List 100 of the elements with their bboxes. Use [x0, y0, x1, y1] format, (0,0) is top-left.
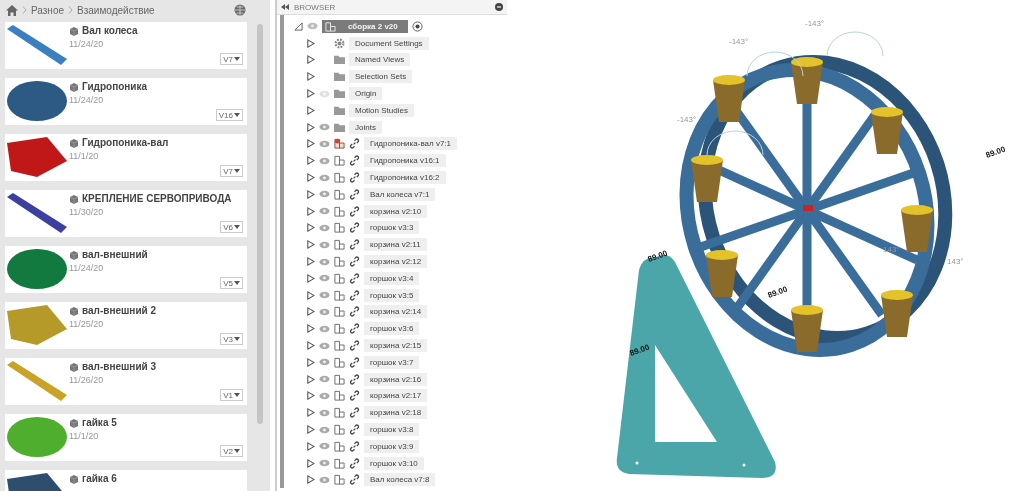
- browser-node[interactable]: корзина v2:11: [364, 238, 427, 252]
- browser-node[interactable]: корзина v2:14: [364, 305, 428, 319]
- link-icon: [349, 239, 360, 251]
- browser-node[interactable]: горшок v3:5: [364, 288, 420, 302]
- dimension-label: -143°: [677, 115, 697, 124]
- browser-node[interactable]: Motion Studies: [349, 103, 414, 117]
- file-date: 11/24/20: [69, 263, 105, 273]
- browser-node[interactable]: горшок v3:4: [364, 271, 420, 285]
- file-date: 11/26/20: [69, 375, 105, 385]
- file-card[interactable]: вал-внешний 2 11/25/20 V3: [5, 302, 247, 349]
- file-card[interactable]: гайка 6: [5, 470, 247, 491]
- cube-icon: [69, 25, 79, 36]
- browser-node[interactable]: корзина v2:10: [364, 204, 428, 218]
- browser-node[interactable]: корзина v2:15: [364, 339, 428, 353]
- file-date: 11/24/20: [69, 95, 105, 105]
- browser-node[interactable]: Selection Sets: [349, 70, 413, 84]
- version-dropdown[interactable]: V16: [215, 109, 243, 121]
- assembly-node[interactable]: сборка 2 v20: [322, 19, 408, 33]
- link-icon: [349, 474, 360, 486]
- browser-node[interactable]: Document Settings: [349, 36, 429, 50]
- dimension-label: -143°: [729, 37, 749, 46]
- home-icon[interactable]: [6, 4, 18, 16]
- version-dropdown[interactable]: V6: [220, 221, 243, 233]
- browser-node[interactable]: корзина v2:17: [364, 389, 428, 403]
- cube-icon: [69, 361, 79, 372]
- file-card[interactable]: гайка 5 11/1/20 V2: [5, 414, 247, 461]
- folder-icon: [334, 71, 345, 83]
- cube-icon: [69, 249, 79, 260]
- file-date: 11/1/20: [69, 431, 100, 441]
- file-name[interactable]: гайка 6: [82, 473, 117, 484]
- file-name[interactable]: Вал колеса: [82, 25, 138, 36]
- link-icon: [349, 340, 360, 352]
- file-name[interactable]: Гидропоника-вал: [82, 137, 169, 148]
- version-dropdown[interactable]: V2: [220, 445, 243, 457]
- cube-icon: [69, 417, 79, 428]
- browser-node[interactable]: горшок v3:3: [364, 221, 420, 235]
- file-name[interactable]: вал-внешний: [82, 249, 148, 260]
- breadcrumb-link[interactable]: Разное: [31, 4, 65, 16]
- link-icon: [349, 390, 360, 402]
- link-icon: [349, 356, 360, 368]
- caret-icon: [234, 57, 240, 61]
- link-icon: [349, 457, 360, 469]
- caret-icon: [234, 225, 240, 229]
- dimension-label: 89.00: [646, 248, 669, 264]
- caret-icon: [234, 337, 240, 341]
- caret-icon: [234, 113, 240, 117]
- browser-node[interactable]: горшок v3:8: [364, 423, 420, 436]
- cube-icon: [69, 473, 79, 484]
- file-name[interactable]: КРЕПЛЕНИЕ СЕРВОПРИВОДА: [82, 193, 232, 204]
- version-dropdown[interactable]: V3: [220, 333, 243, 345]
- file-name[interactable]: вал-внешний 3: [82, 361, 157, 372]
- folder-icon: [334, 104, 345, 116]
- browser-node[interactable]: Origin: [349, 87, 383, 101]
- cube-icon: [69, 137, 79, 148]
- browser-node[interactable]: горшок v3:6: [364, 322, 420, 336]
- file-card[interactable]: Гидропоника-вал 11/1/20 V7: [5, 134, 247, 181]
- breadcrumb-link[interactable]: Взаимодействие: [77, 4, 155, 16]
- version-dropdown[interactable]: V1: [220, 389, 243, 401]
- version-dropdown[interactable]: V5: [220, 277, 243, 289]
- file-card[interactable]: Вал колеса 11/24/20 V7: [5, 22, 247, 69]
- link-icon: [349, 155, 360, 167]
- file-name[interactable]: вал-внешний 2: [82, 305, 157, 316]
- link-icon: [349, 138, 360, 150]
- link-icon: [349, 188, 360, 200]
- browser-node[interactable]: Named Views: [349, 53, 411, 67]
- file-name[interactable]: гайка 5: [82, 417, 117, 428]
- gear-icon: [334, 37, 345, 49]
- file-card[interactable]: вал-внешний 11/24/20 V5: [5, 246, 247, 293]
- collapse-icon[interactable]: [281, 4, 289, 10]
- globe-icon[interactable]: [234, 4, 246, 16]
- browser-node[interactable]: корзина v2:16: [364, 372, 428, 386]
- browser-node[interactable]: корзина v2:12: [364, 255, 428, 269]
- file-card[interactable]: вал-внешний 3 11/26/20 V1: [5, 358, 247, 405]
- browser-node[interactable]: Вал колеса v7:1: [364, 187, 436, 201]
- browser-node[interactable]: Гидропоника-вал v7:1: [364, 137, 457, 151]
- activate-radio-icon[interactable]: [411, 20, 423, 32]
- version-dropdown[interactable]: V7: [220, 165, 243, 177]
- cube-icon: [69, 81, 79, 92]
- browser-node[interactable]: горшок v3:10: [364, 456, 424, 470]
- browser-node[interactable]: Вал колеса v7:8: [364, 473, 436, 487]
- file-card[interactable]: КРЕПЛЕНИЕ СЕРВОПРИВОДА 11/30/20 V6: [5, 190, 247, 237]
- browser-node[interactable]: Joints: [349, 120, 382, 134]
- dimension-label: 143°: [947, 257, 964, 266]
- chevron-icon: [68, 6, 74, 14]
- collapse-triangle-icon[interactable]: [294, 21, 303, 31]
- link-icon: [349, 323, 360, 335]
- browser-node[interactable]: корзина v2:18: [364, 406, 428, 420]
- link-icon: [349, 289, 360, 301]
- caret-icon: [234, 281, 240, 285]
- panel-title: BROWSER: [294, 2, 336, 12]
- scrollbar-thumb[interactable]: [257, 24, 263, 424]
- browser-node[interactable]: горшок v3:9: [364, 439, 420, 453]
- browser-node[interactable]: Гидропоника v16:1: [364, 154, 446, 168]
- browser-node[interactable]: Гидропоника v16:2: [364, 171, 446, 185]
- file-card[interactable]: Гидропоника 11/24/20 V16: [5, 78, 247, 125]
- file-name[interactable]: Гидропоника: [82, 81, 148, 92]
- minimize-icon[interactable]: [495, 3, 503, 11]
- version-dropdown[interactable]: V7: [220, 53, 243, 65]
- browser-node[interactable]: горшок v3:7: [364, 355, 420, 369]
- chevron-icon: [22, 6, 27, 14]
